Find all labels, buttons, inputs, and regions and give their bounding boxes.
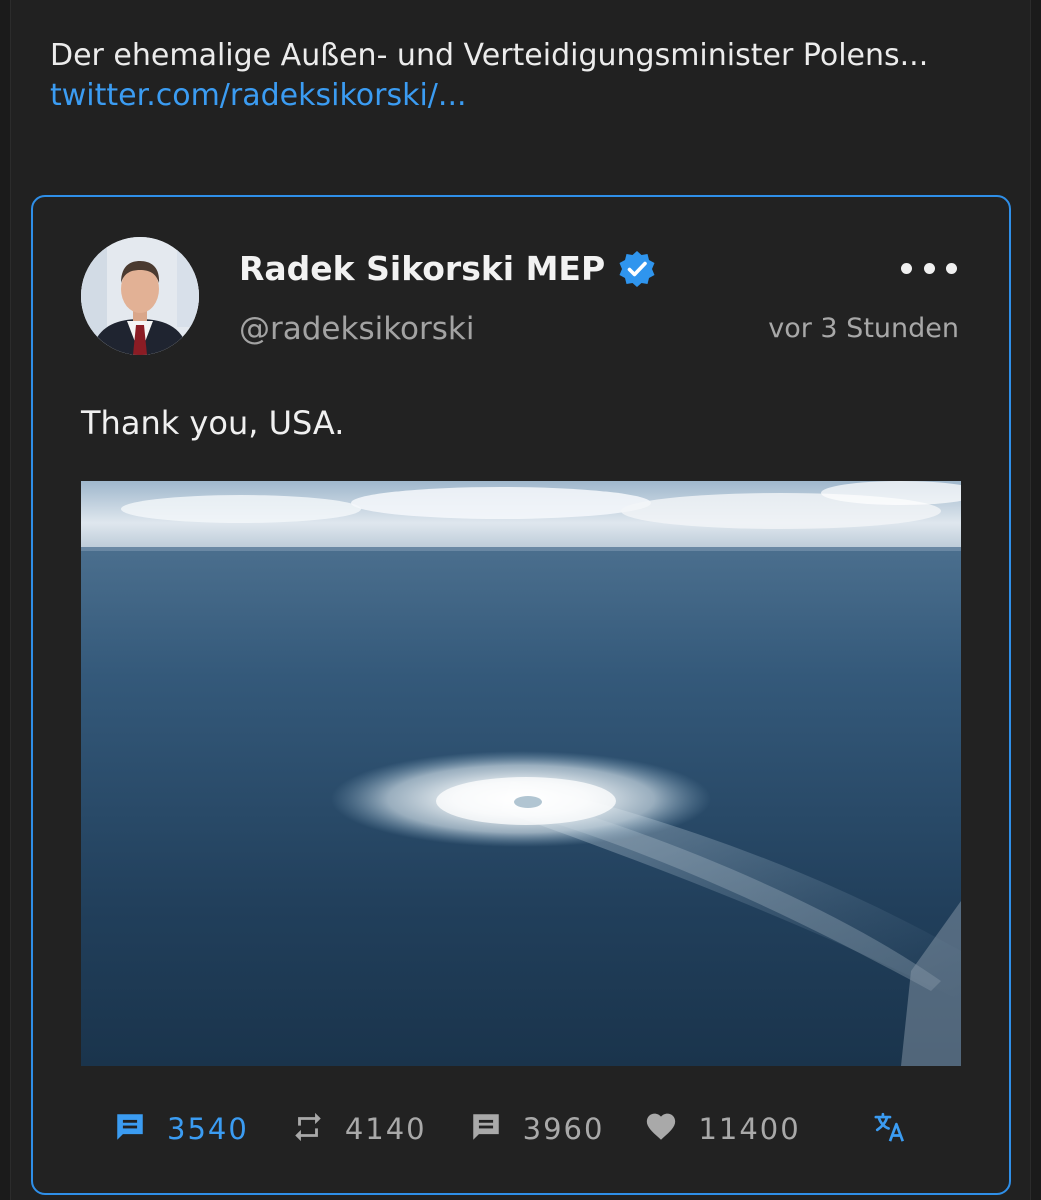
more-icon[interactable]	[901, 253, 957, 283]
verified-icon	[617, 249, 657, 289]
author-name-row[interactable]: Radek Sikorski MEP	[239, 247, 657, 291]
like-icon	[644, 1110, 678, 1148]
translate-button[interactable]	[873, 1110, 907, 1148]
reply-count: 3540	[167, 1112, 249, 1146]
timestamp: vor 3 Stunden	[768, 313, 959, 344]
reply-button[interactable]: 3540	[113, 1110, 249, 1148]
reply-icon	[113, 1110, 147, 1148]
author-handle[interactable]: @radeksikorski	[239, 308, 474, 350]
tweet-actions: 3540 4140 3960 11400	[113, 1107, 943, 1151]
tweet-text: Thank you, USA.	[81, 404, 345, 442]
quote-icon	[469, 1110, 503, 1148]
avatar[interactable]	[81, 237, 199, 355]
translate-icon	[873, 1110, 907, 1148]
like-button[interactable]: 11400	[644, 1110, 800, 1148]
quote-count: 3960	[522, 1112, 605, 1146]
tweet-link[interactable]: twitter.com/radeksikorski/...	[50, 76, 990, 116]
author-name[interactable]: Radek Sikorski MEP	[239, 247, 605, 291]
retweet-button[interactable]: 4140	[291, 1110, 427, 1148]
divider-left	[10, 0, 11, 1200]
retweet-icon	[291, 1110, 325, 1148]
retweet-count: 4140	[344, 1112, 427, 1146]
tweet-image[interactable]	[81, 481, 961, 1066]
quote-button[interactable]: 3960	[469, 1110, 605, 1148]
divider-right	[1030, 0, 1031, 1200]
quoted-tweet-card[interactable]: Radek Sikorski MEP @radeksikorski vor 3 …	[31, 195, 1011, 1195]
like-count: 11400	[698, 1112, 801, 1146]
post-body: Der ehemalige Außen- und Verteidigungsmi…	[50, 36, 990, 116]
post-text: Der ehemalige Außen- und Verteidigungsmi…	[50, 38, 929, 73]
